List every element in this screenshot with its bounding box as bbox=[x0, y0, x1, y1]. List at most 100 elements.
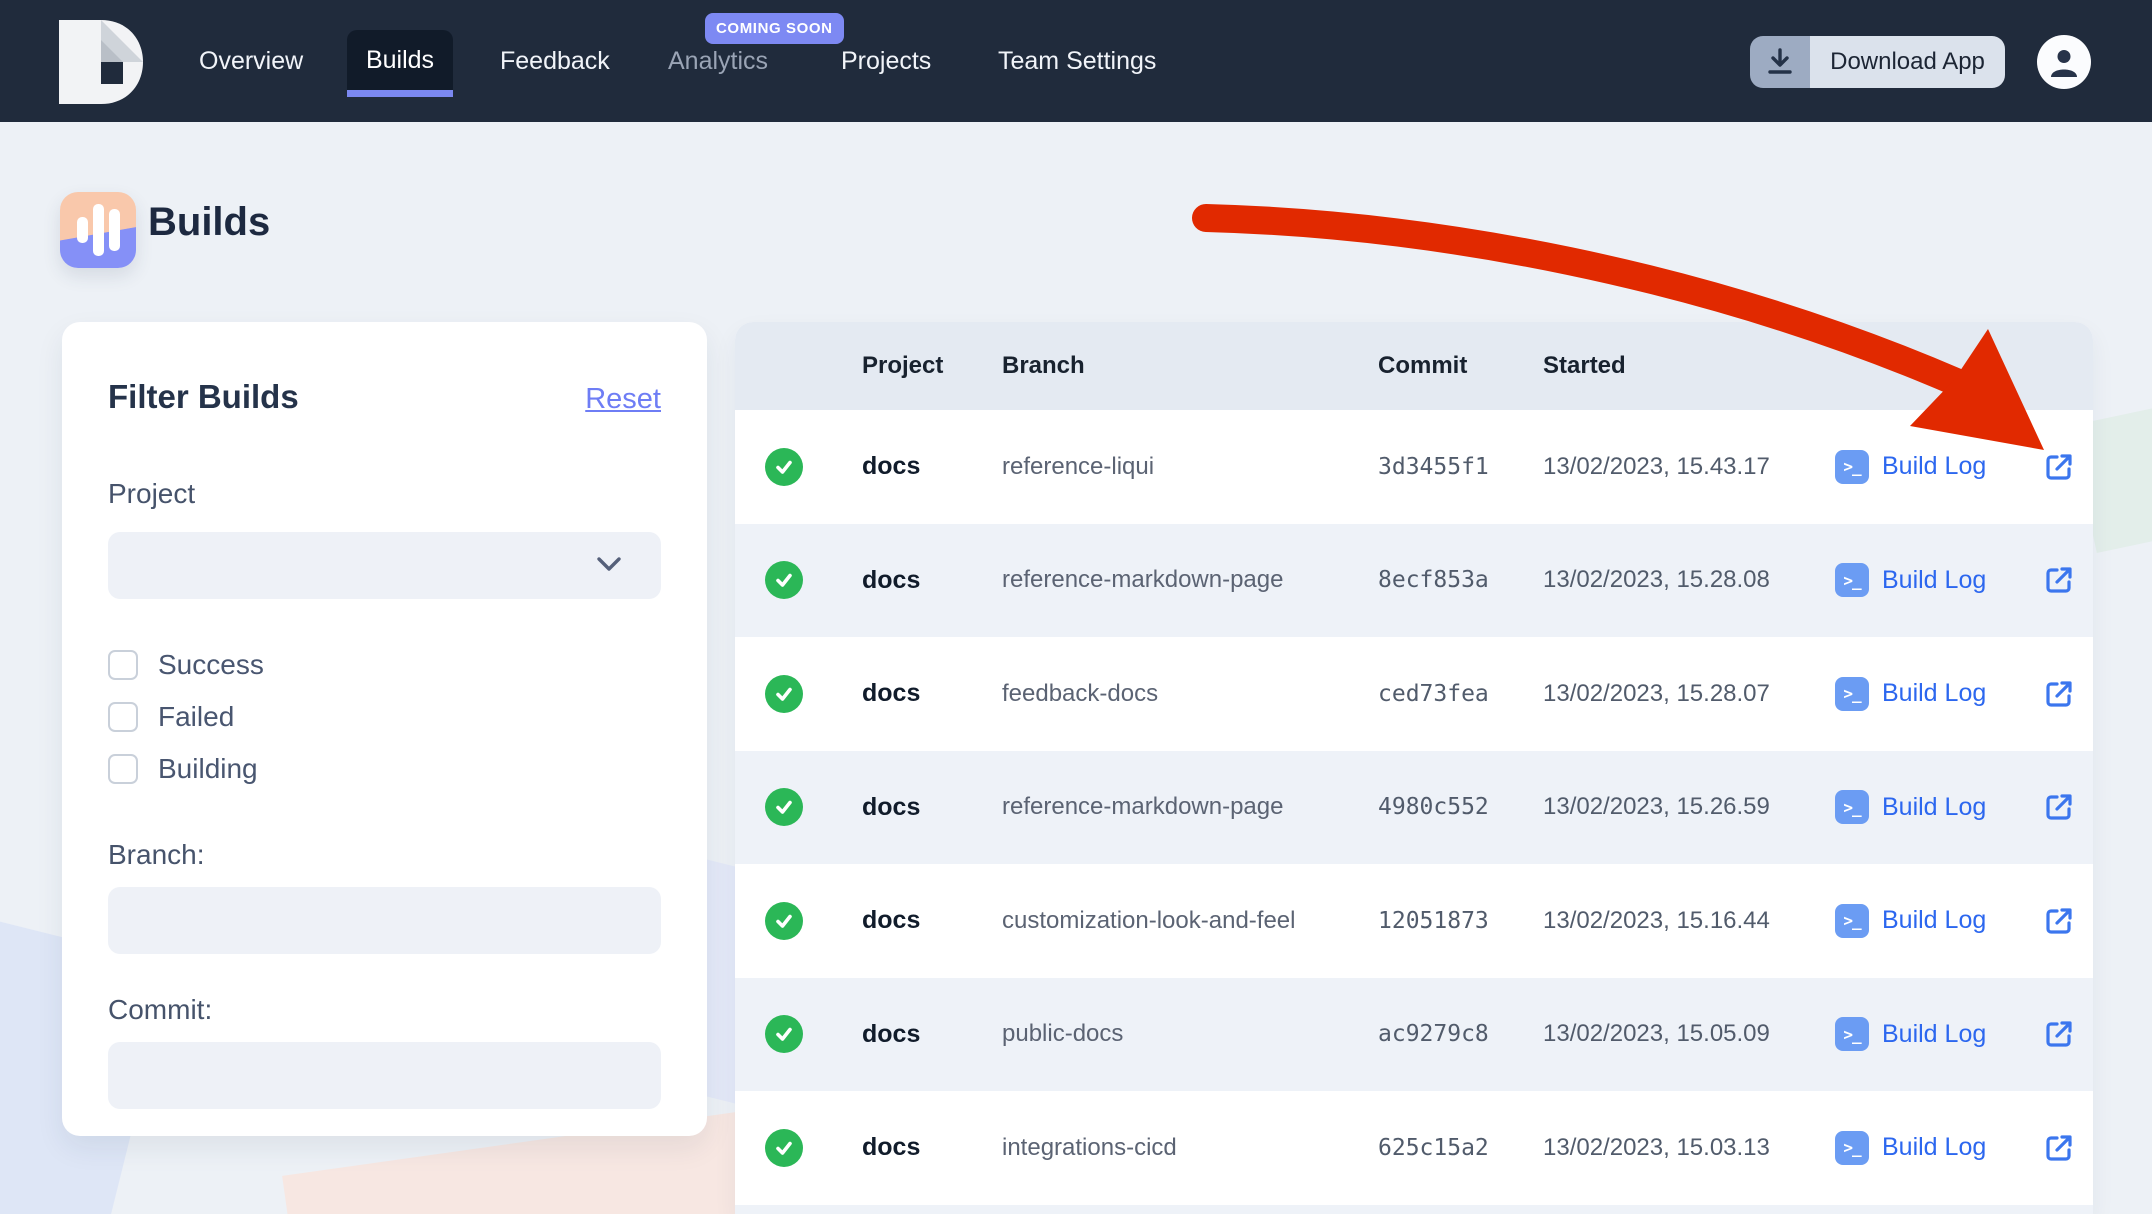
table-row: docs public-docs ac9279c8 13/02/2023, 15… bbox=[735, 978, 2093, 1092]
success-status-icon bbox=[765, 902, 803, 940]
user-avatar[interactable] bbox=[2037, 35, 2091, 89]
row-started: 13/02/2023, 15.28.08 bbox=[1543, 566, 1835, 594]
row-started: 13/02/2023, 15.28.07 bbox=[1543, 680, 1835, 708]
open-build-external[interactable] bbox=[2025, 1019, 2093, 1049]
external-link-icon bbox=[2044, 1019, 2074, 1049]
build-log-label: Build Log bbox=[1882, 906, 1986, 935]
branch-label: Branch: bbox=[108, 839, 661, 871]
open-build-external[interactable] bbox=[2025, 792, 2093, 822]
build-log-label: Build Log bbox=[1882, 1020, 1986, 1049]
row-branch: reference-liqui bbox=[1002, 453, 1378, 481]
page-title: Builds bbox=[148, 200, 270, 245]
external-link-icon bbox=[2044, 906, 2074, 936]
success-checkbox[interactable] bbox=[108, 650, 138, 680]
build-log-link[interactable]: >_ Build Log bbox=[1835, 904, 2025, 938]
col-header-branch: Branch bbox=[1002, 352, 1378, 380]
open-build-external[interactable] bbox=[2025, 679, 2093, 709]
table-header-row: Project Branch Commit Started bbox=[735, 322, 2093, 410]
nav-item-builds[interactable]: Builds bbox=[347, 30, 453, 97]
external-link-icon bbox=[2044, 1133, 2074, 1163]
build-log-label: Build Log bbox=[1882, 566, 1986, 595]
building-checkbox-label: Building bbox=[158, 753, 258, 785]
build-log-label: Build Log bbox=[1882, 679, 1986, 708]
open-build-external[interactable] bbox=[2025, 1133, 2093, 1163]
download-app-label: Download App bbox=[1810, 36, 2005, 88]
filter-option-success: Success bbox=[108, 649, 661, 681]
builds-page-icon bbox=[60, 192, 136, 268]
build-log-link[interactable]: >_ Build Log bbox=[1835, 563, 2025, 597]
nav-item-projects[interactable]: Projects bbox=[841, 0, 931, 122]
success-status-icon bbox=[765, 675, 803, 713]
table-row: docs integrations-cicd 625c15a2 13/02/20… bbox=[735, 1091, 2093, 1205]
build-log-label: Build Log bbox=[1882, 452, 1986, 481]
build-log-label: Build Log bbox=[1882, 793, 1986, 822]
success-checkbox-label: Success bbox=[158, 649, 264, 681]
nav-item-overview[interactable]: Overview bbox=[199, 0, 303, 122]
row-branch: public-docs bbox=[1002, 1020, 1378, 1048]
failed-checkbox-label: Failed bbox=[158, 701, 234, 733]
row-commit: 625c15a2 bbox=[1378, 1135, 1543, 1161]
filter-builds-panel: Filter Builds Reset Project Success Fail… bbox=[62, 322, 707, 1136]
row-started: 13/02/2023, 15.26.59 bbox=[1543, 793, 1835, 821]
filter-heading: Filter Builds bbox=[108, 378, 299, 416]
project-select[interactable] bbox=[108, 532, 661, 599]
row-started: 13/02/2023, 15.43.17 bbox=[1543, 453, 1835, 481]
col-header-started: Started bbox=[1543, 352, 1835, 380]
build-log-link[interactable]: >_ Build Log bbox=[1835, 450, 2025, 484]
commit-input[interactable] bbox=[108, 1042, 661, 1109]
failed-checkbox[interactable] bbox=[108, 702, 138, 732]
external-link-icon bbox=[2044, 452, 2074, 482]
table-row: docs customization-look-and-feel 1205187… bbox=[735, 864, 2093, 978]
build-log-link[interactable]: >_ Build Log bbox=[1835, 1131, 2025, 1165]
success-status-icon bbox=[765, 448, 803, 486]
terminal-icon: >_ bbox=[1835, 1131, 1869, 1165]
reset-filters-link[interactable]: Reset bbox=[585, 383, 661, 416]
col-header-commit: Commit bbox=[1378, 352, 1543, 380]
external-link-icon bbox=[2044, 792, 2074, 822]
terminal-icon: >_ bbox=[1835, 904, 1869, 938]
download-app-button[interactable]: Download App bbox=[1750, 36, 2005, 88]
branch-input[interactable] bbox=[108, 887, 661, 954]
nav-item-feedback[interactable]: Feedback bbox=[500, 0, 610, 122]
person-icon bbox=[2047, 45, 2081, 79]
row-project: docs bbox=[862, 793, 1002, 822]
download-icon bbox=[1750, 36, 1810, 88]
commit-label: Commit: bbox=[108, 994, 661, 1026]
builds-table: Project Branch Commit Started docs refer… bbox=[735, 322, 2093, 1214]
row-project: docs bbox=[862, 1020, 1002, 1049]
row-project: docs bbox=[862, 679, 1002, 708]
row-project: docs bbox=[862, 452, 1002, 481]
table-row: docs feedback-docs ced73fea 13/02/2023, … bbox=[735, 637, 2093, 751]
terminal-icon: >_ bbox=[1835, 677, 1869, 711]
success-status-icon bbox=[765, 1015, 803, 1053]
open-build-external[interactable] bbox=[2025, 565, 2093, 595]
row-project: docs bbox=[862, 1133, 1002, 1162]
build-log-link[interactable]: >_ Build Log bbox=[1835, 790, 2025, 824]
chevron-down-icon bbox=[595, 554, 623, 574]
terminal-icon: >_ bbox=[1835, 563, 1869, 597]
table-row: docs reference-markdown-page 4980c552 13… bbox=[735, 751, 2093, 865]
terminal-icon: >_ bbox=[1835, 450, 1869, 484]
row-branch: integrations-cicd bbox=[1002, 1134, 1378, 1162]
row-commit: 8ecf853a bbox=[1378, 567, 1543, 593]
top-navbar: Overview Builds Feedback Analytics COMIN… bbox=[0, 0, 2152, 122]
build-log-label: Build Log bbox=[1882, 1133, 1986, 1162]
coming-soon-badge: COMING SOON bbox=[705, 13, 844, 44]
success-status-icon bbox=[765, 788, 803, 826]
row-project: docs bbox=[862, 906, 1002, 935]
app-logo-icon[interactable] bbox=[55, 18, 145, 106]
building-checkbox[interactable] bbox=[108, 754, 138, 784]
external-link-icon bbox=[2044, 679, 2074, 709]
table-row: docs reference-markdown-page 8ecf853a 13… bbox=[735, 524, 2093, 638]
external-link-icon bbox=[2044, 565, 2074, 595]
build-log-link[interactable]: >_ Build Log bbox=[1835, 1017, 2025, 1051]
success-status-icon bbox=[765, 1129, 803, 1167]
nav-item-team-settings[interactable]: Team Settings bbox=[998, 0, 1156, 122]
open-build-external[interactable] bbox=[2025, 906, 2093, 936]
build-log-link[interactable]: >_ Build Log bbox=[1835, 677, 2025, 711]
row-branch: reference-markdown-page bbox=[1002, 793, 1378, 821]
terminal-icon: >_ bbox=[1835, 790, 1869, 824]
open-build-external[interactable] bbox=[2025, 452, 2093, 482]
filter-option-building: Building bbox=[108, 753, 661, 785]
row-commit: 3d3455f1 bbox=[1378, 454, 1543, 480]
